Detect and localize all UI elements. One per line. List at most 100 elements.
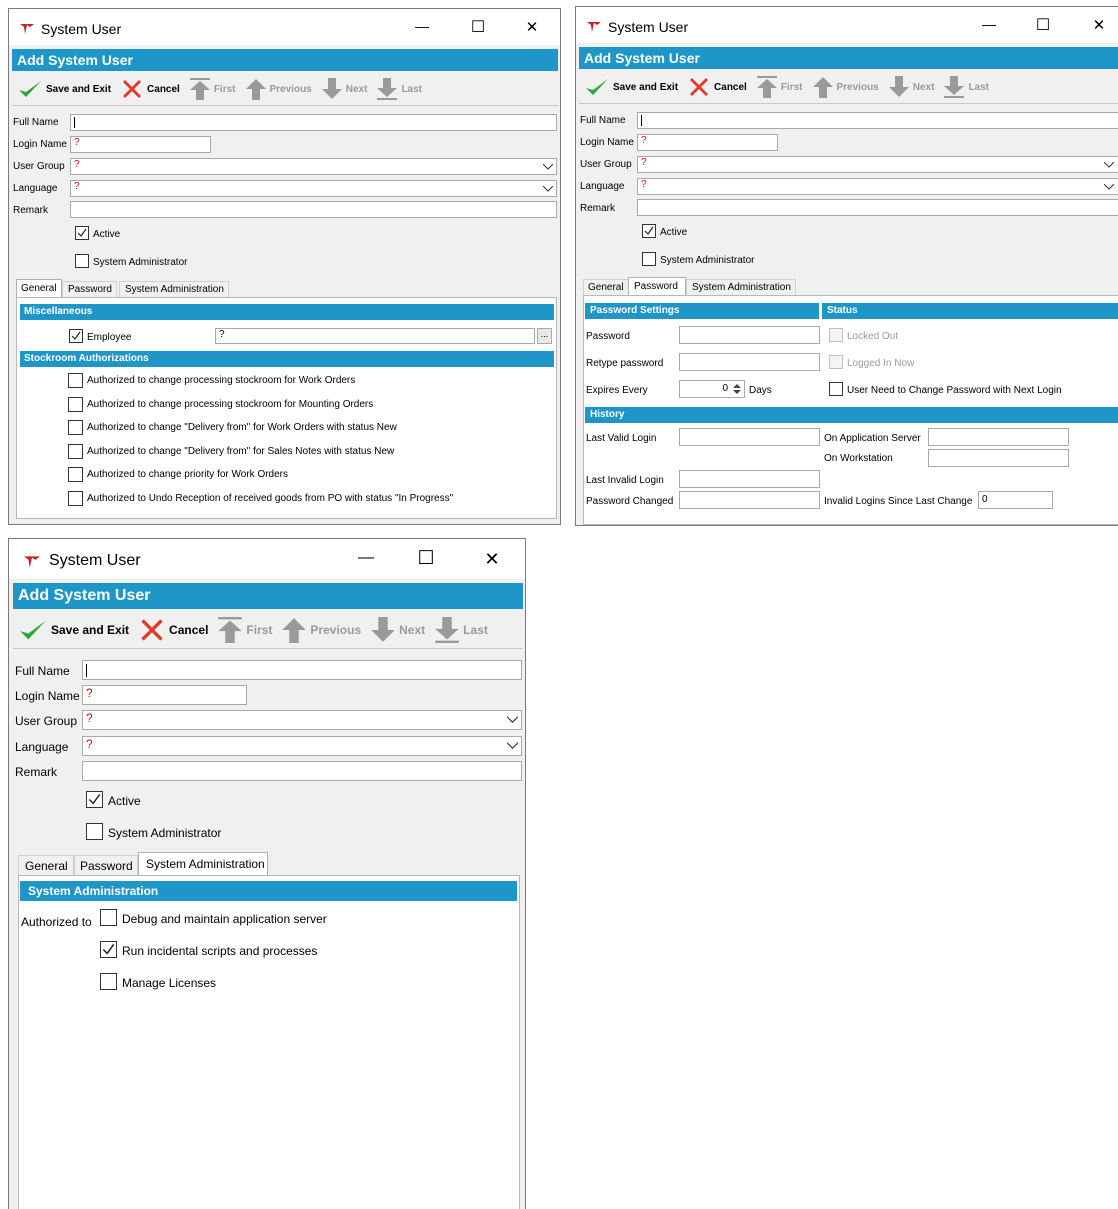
stockroom-auth-checkbox[interactable]	[68, 396, 83, 412]
language-select[interactable]: ?	[637, 178, 1118, 195]
app-logo-icon	[20, 24, 34, 34]
last-valid-login-input[interactable]	[679, 428, 820, 446]
minimize-icon[interactable]: —	[353, 549, 379, 567]
cancel-button[interactable]: Cancel	[121, 78, 180, 100]
cancel-button[interactable]: Cancel	[688, 76, 747, 98]
remark-input[interactable]	[637, 199, 1118, 216]
required-mark: ?	[641, 135, 647, 146]
close-icon[interactable]: ✕	[1088, 16, 1110, 34]
tab-password[interactable]: Password	[628, 277, 686, 295]
next-button[interactable]: Next	[371, 616, 425, 643]
tab-general[interactable]: General	[16, 279, 62, 297]
next-button[interactable]: Next	[321, 78, 367, 100]
minimize-icon[interactable]: —	[978, 16, 1000, 32]
save-and-exit-button[interactable]: Save and Exit	[18, 79, 111, 99]
maximize-icon[interactable]: ☐	[467, 17, 489, 37]
previous-button[interactable]: Previous	[282, 617, 361, 643]
language-select[interactable]: ?	[70, 180, 557, 197]
chevron-down-icon	[1104, 183, 1114, 190]
stockroom-auth-item[interactable]: Authorized to change "Delivery from" for…	[68, 443, 548, 460]
window-title: System User	[41, 21, 122, 37]
stockroom-auth-item[interactable]: Authorized to change processing stockroo…	[68, 396, 548, 413]
employee-input[interactable]: ?	[215, 328, 535, 344]
password-label: Password	[586, 331, 630, 342]
stockroom-auth-item[interactable]: Authorized to Undo Reception of received…	[68, 491, 548, 507]
tab-password[interactable]: Password	[74, 855, 138, 875]
minimize-icon[interactable]: —	[411, 18, 433, 34]
active-checkbox[interactable]	[642, 224, 656, 238]
maximize-icon[interactable]: ☐	[1032, 15, 1054, 35]
sysadmin-auth-item[interactable]: Run incidental scripts and processes	[100, 941, 500, 959]
full-name-input[interactable]	[82, 660, 522, 680]
last-button[interactable]: Last	[377, 78, 422, 100]
previous-button[interactable]: Previous	[245, 78, 312, 100]
first-button[interactable]: First	[756, 76, 803, 98]
employee-checkbox[interactable]	[69, 329, 83, 343]
save-and-exit-button[interactable]: Save and Exit	[19, 618, 129, 642]
invalid-logins-input[interactable]: 0	[978, 491, 1053, 509]
last-invalid-login-input[interactable]	[679, 470, 820, 488]
last-button[interactable]: Last	[944, 76, 989, 98]
sysadmin-auth-checkbox[interactable]	[100, 941, 117, 958]
arrow-bottom-icon	[944, 76, 965, 98]
first-button[interactable]: First	[218, 616, 272, 643]
close-icon[interactable]: ✕	[479, 549, 505, 570]
need-change-password-checkbox[interactable]	[829, 382, 843, 396]
stockroom-auth-checkbox[interactable]	[68, 443, 83, 459]
system-administrator-checkbox[interactable]	[86, 823, 103, 840]
system-administrator-checkbox[interactable]	[75, 254, 89, 268]
full-name-input[interactable]	[637, 112, 1118, 129]
stockroom-auth-checkbox[interactable]	[68, 373, 83, 388]
spinner-icon[interactable]	[732, 383, 742, 395]
user-group-select[interactable]: ?	[70, 158, 557, 175]
retype-password-input[interactable]	[679, 353, 820, 371]
first-button[interactable]: First	[189, 78, 236, 100]
expires-every-spinner[interactable]: 0	[679, 380, 745, 398]
user-group-select[interactable]: ?	[82, 710, 522, 730]
tab-password[interactable]: Password	[62, 281, 117, 297]
stockroom-auth-item[interactable]: Authorized to change "Delivery from" for…	[68, 420, 548, 436]
sysadmin-auth-checkbox[interactable]	[100, 973, 117, 990]
user-group-label: User Group	[15, 714, 78, 728]
login-name-input[interactable]: ?	[637, 134, 778, 151]
active-checkbox[interactable]	[86, 791, 103, 808]
tab-general[interactable]: General	[18, 855, 74, 875]
remark-input[interactable]	[70, 201, 557, 218]
logged-in-now-checkbox[interactable]	[829, 355, 843, 369]
stockroom-auth-checkbox[interactable]	[68, 420, 83, 436]
tab-system-administration[interactable]: System Administration	[119, 281, 229, 297]
close-icon[interactable]: ✕	[521, 18, 543, 36]
remark-input[interactable]	[82, 761, 522, 781]
previous-button[interactable]: Previous	[812, 76, 879, 98]
locked-out-checkbox[interactable]	[829, 328, 843, 342]
stockroom-auth-checkbox[interactable]	[68, 491, 83, 506]
tab-general[interactable]: General	[583, 279, 629, 295]
save-and-exit-button[interactable]: Save and Exit	[585, 77, 678, 97]
employee-browse-button[interactable]: ...	[537, 328, 552, 344]
sysadmin-auth-item[interactable]: Manage Licenses	[100, 973, 500, 991]
active-checkbox[interactable]	[75, 226, 89, 240]
user-group-select[interactable]: ?	[637, 156, 1118, 173]
last-label: Last	[968, 81, 989, 93]
tab-system-administration[interactable]: System Administration	[138, 852, 268, 875]
maximize-icon[interactable]: ☐	[413, 547, 439, 570]
stockroom-auth-item[interactable]: Authorized to change priority for Work O…	[68, 467, 548, 483]
stockroom-auth-item[interactable]: Authorized to change processing stockroo…	[68, 373, 548, 389]
sysadmin-auth-checkbox[interactable]	[100, 909, 117, 926]
full-name-input[interactable]	[70, 114, 557, 131]
cancel-button[interactable]: Cancel	[139, 617, 208, 643]
sysadmin-auth-item[interactable]: Debug and maintain application server	[100, 909, 500, 927]
password-input[interactable]	[679, 326, 820, 344]
tab-system-administration[interactable]: System Administration	[686, 279, 796, 295]
on-workstation-input[interactable]	[928, 449, 1069, 467]
stockroom-auth-checkbox[interactable]	[68, 467, 83, 483]
chevron-down-icon	[1104, 161, 1114, 168]
language-select[interactable]: ?	[82, 736, 522, 756]
login-name-input[interactable]: ?	[82, 685, 247, 705]
system-administrator-checkbox[interactable]	[642, 252, 656, 266]
password-changed-input[interactable]	[679, 491, 820, 509]
on-application-server-input[interactable]	[928, 428, 1069, 446]
login-name-input[interactable]: ?	[70, 136, 211, 153]
last-button[interactable]: Last	[435, 616, 488, 643]
next-button[interactable]: Next	[888, 76, 934, 98]
